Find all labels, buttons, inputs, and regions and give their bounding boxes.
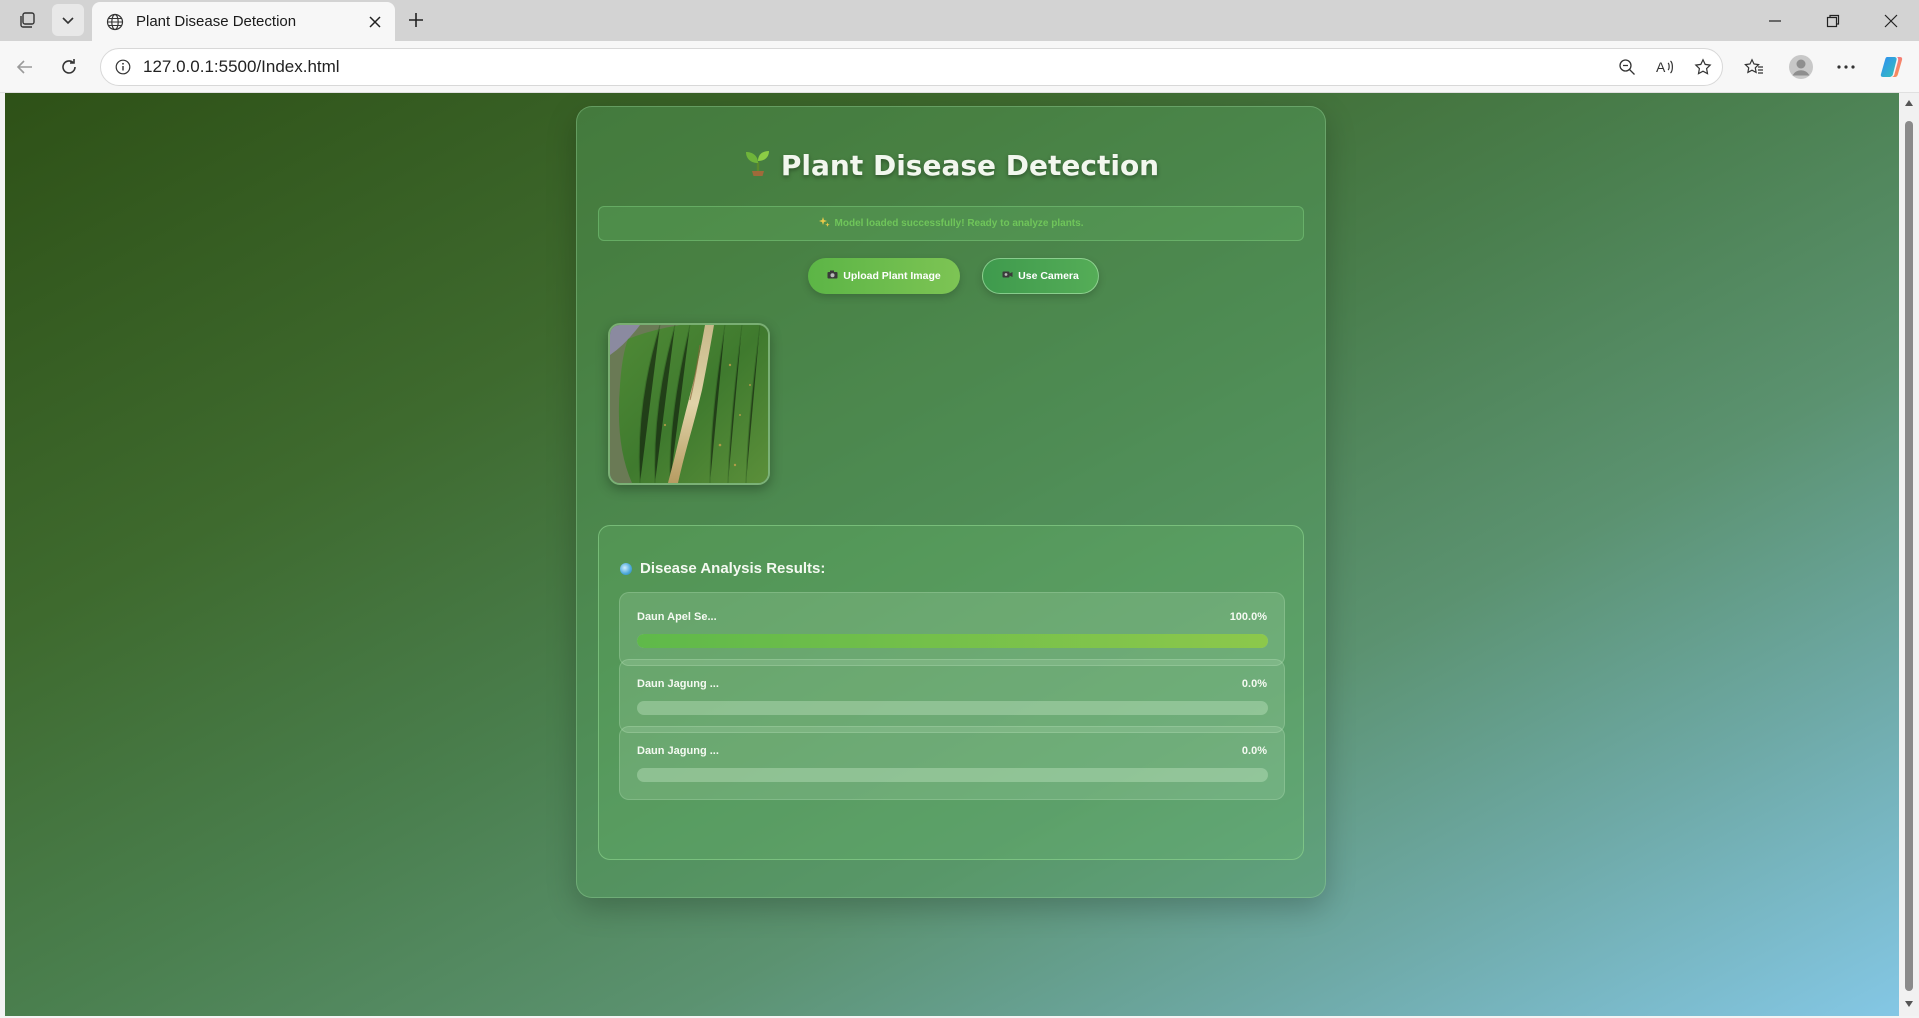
page-viewport: Plant Disease Detection Model loaded suc… bbox=[5, 93, 1899, 1016]
upload-plant-image-label: Upload Plant Image bbox=[843, 270, 941, 282]
workspaces-icon[interactable] bbox=[11, 4, 43, 36]
result-row: Daun Jagung ... 0.0% bbox=[619, 659, 1285, 733]
results-heading: Disease Analysis Results: bbox=[620, 560, 825, 577]
tab-close-icon[interactable] bbox=[361, 8, 389, 36]
favorites-icon[interactable] bbox=[1735, 50, 1773, 84]
window-close-icon[interactable] bbox=[1862, 0, 1919, 41]
upload-plant-image-button[interactable]: Upload Plant Image bbox=[808, 258, 960, 294]
zoom-out-icon[interactable] bbox=[1608, 50, 1646, 84]
page-scrollbar[interactable] bbox=[1899, 93, 1919, 1016]
result-label: Daun Jagung ... bbox=[637, 678, 719, 690]
result-progress-fill bbox=[637, 634, 1268, 648]
model-status-text: Model loaded successfully! Ready to anal… bbox=[834, 218, 1084, 229]
model-status-banner: Model loaded successfully! Ready to anal… bbox=[598, 206, 1304, 241]
result-percentage: 0.0% bbox=[1241, 745, 1267, 757]
page-title: Plant Disease Detection bbox=[577, 147, 1325, 184]
result-percentage: 100.0% bbox=[1229, 611, 1267, 623]
disease-results-panel: Disease Analysis Results: Daun Apel Se..… bbox=[598, 525, 1304, 860]
result-row: Daun Jagung ... 0.0% bbox=[619, 726, 1285, 800]
blue-dot-icon bbox=[620, 562, 632, 575]
restore-icon[interactable] bbox=[1804, 0, 1862, 41]
result-progress-track bbox=[637, 701, 1268, 715]
back-arrow-icon[interactable] bbox=[8, 50, 42, 84]
profile-avatar-icon[interactable] bbox=[1782, 50, 1820, 84]
result-label: Daun Jagung ... bbox=[637, 745, 719, 757]
seedling-icon bbox=[743, 147, 773, 184]
tab-bar: Plant Disease Detection bbox=[0, 0, 1919, 41]
main-card: Plant Disease Detection Model loaded suc… bbox=[576, 106, 1326, 898]
use-camera-button[interactable]: Use Camera bbox=[982, 258, 1099, 294]
plant-image-preview bbox=[608, 323, 770, 485]
url-text[interactable]: 127.0.0.1:5500/Index.html bbox=[143, 57, 1608, 77]
favorite-star-icon[interactable] bbox=[1684, 50, 1722, 84]
read-aloud-icon[interactable]: A bbox=[1646, 50, 1684, 84]
copilot-icon[interactable] bbox=[1873, 50, 1911, 84]
result-label: Daun Apel Se... bbox=[637, 611, 717, 623]
minimize-icon[interactable] bbox=[1746, 0, 1804, 41]
result-percentage: 0.0% bbox=[1241, 678, 1267, 690]
tab-actions-chevron-down-icon[interactable] bbox=[52, 4, 84, 36]
scroll-down-arrow-icon[interactable] bbox=[1903, 998, 1915, 1010]
page-title-text: Plant Disease Detection bbox=[780, 149, 1160, 182]
browser-tab[interactable]: Plant Disease Detection bbox=[92, 2, 395, 41]
results-heading-text: Disease Analysis Results: bbox=[640, 560, 826, 577]
sparkles-icon bbox=[818, 216, 830, 231]
browser-toolbar: 127.0.0.1:5500/Index.html A bbox=[0, 41, 1919, 93]
camera-icon bbox=[827, 270, 838, 282]
globe-icon bbox=[104, 11, 126, 33]
use-camera-label: Use Camera bbox=[1018, 270, 1079, 282]
result-row: Daun Apel Se... 100.0% bbox=[619, 592, 1285, 666]
result-progress-track bbox=[637, 768, 1268, 782]
result-progress-track bbox=[637, 634, 1268, 648]
more-options-icon[interactable] bbox=[1827, 50, 1865, 84]
scrollbar-thumb[interactable] bbox=[1905, 121, 1913, 991]
address-bar[interactable]: 127.0.0.1:5500/Index.html A bbox=[100, 48, 1723, 86]
svg-text:A: A bbox=[1656, 59, 1666, 75]
leaf-photo bbox=[610, 325, 768, 483]
tab-title: Plant Disease Detection bbox=[136, 13, 297, 30]
video-camera-icon bbox=[1002, 270, 1013, 282]
scroll-up-arrow-icon[interactable] bbox=[1903, 97, 1915, 109]
site-info-icon[interactable] bbox=[113, 57, 133, 77]
new-tab-plus-icon[interactable] bbox=[400, 4, 432, 36]
refresh-icon[interactable] bbox=[52, 50, 86, 84]
